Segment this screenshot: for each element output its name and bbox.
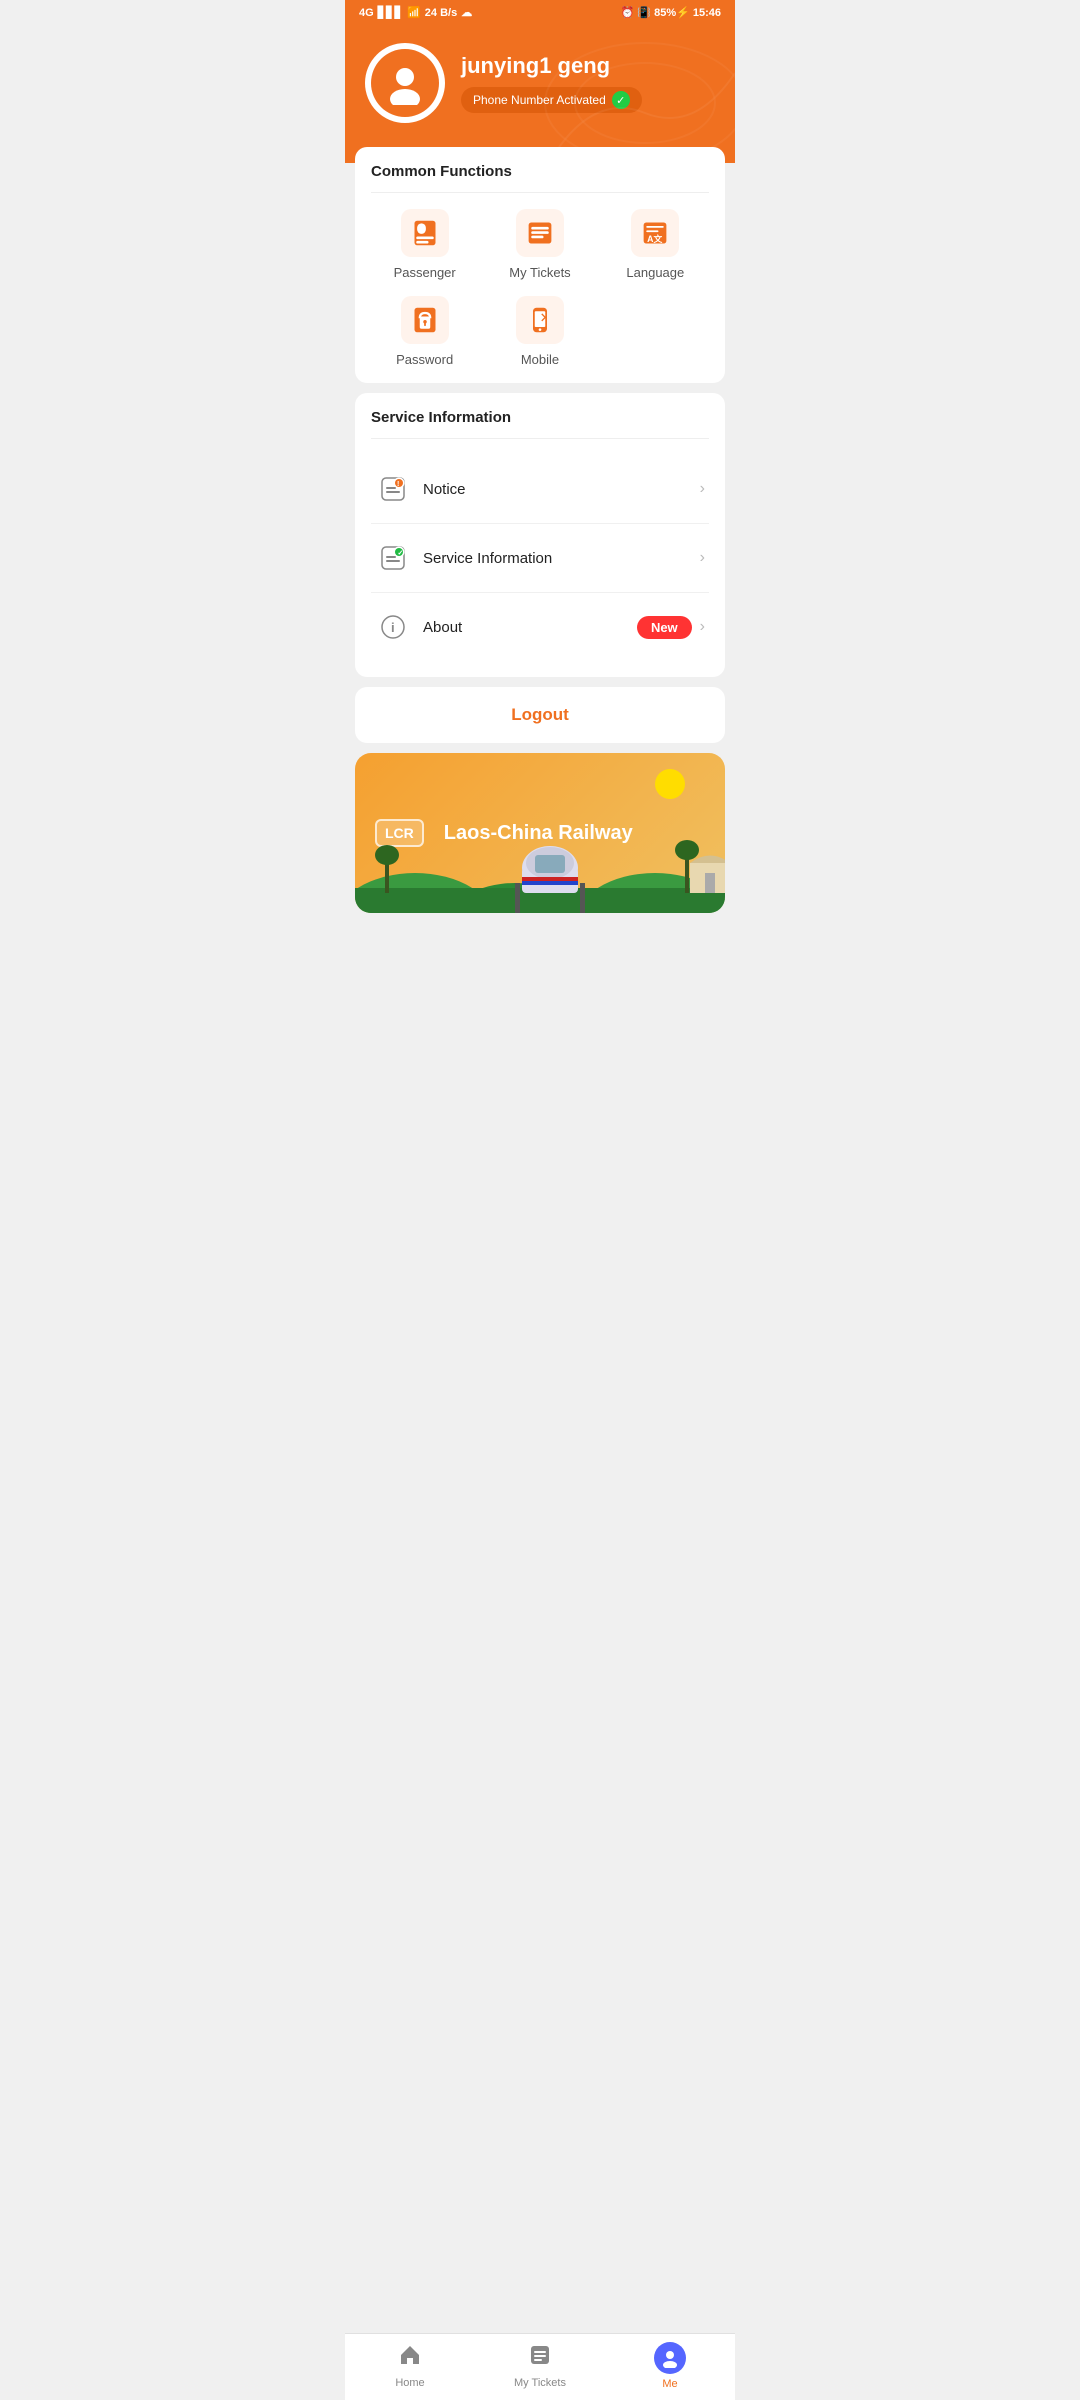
serviceinfo-chevron: › (700, 549, 705, 567)
common-functions-card: Common Functions Passenger (355, 147, 725, 383)
service-list: ! Notice › ✓ Service Informatio (371, 455, 709, 661)
status-bar: 4G ▋▋▋ 📶 24 B/s ☁ ⏰ 📳 85%⚡ 15:46 (345, 0, 735, 23)
profile-header: junying1 geng Phone Number Activated ✓ (345, 23, 735, 163)
common-functions-title: Common Functions (371, 163, 709, 193)
network-icon: 4G (359, 7, 374, 19)
service-item-serviceinfo[interactable]: ✓ Service Information › (371, 524, 709, 593)
about-chevron: › (700, 618, 705, 636)
logout-button[interactable]: Logout (355, 687, 725, 743)
password-label: Password (396, 352, 453, 367)
mytickets-label: My Tickets (509, 265, 570, 280)
avatar-inner (371, 49, 439, 117)
clock: 15:46 (693, 7, 721, 19)
language-label: Language (626, 265, 684, 280)
function-item-mobile[interactable]: Mobile (486, 296, 593, 367)
svg-text:A文: A文 (647, 233, 662, 244)
mytickets-icon (516, 209, 564, 257)
data-speed: 24 B/s (425, 7, 457, 19)
status-right: ⏰ 📳 85%⚡ 15:46 (621, 6, 721, 19)
function-item-passenger[interactable]: Passenger (371, 209, 478, 280)
svg-text:!: ! (397, 481, 399, 488)
me-nav-label: Me (662, 2378, 677, 2390)
avatar (365, 43, 445, 123)
password-icon (401, 296, 449, 344)
language-icon: A文 (631, 209, 679, 257)
service-item-notice[interactable]: ! Notice › (371, 455, 709, 524)
functions-grid: Passenger My Tickets A文 (371, 209, 709, 367)
person-icon (383, 61, 427, 105)
alarm-icon: ⏰ (621, 6, 635, 19)
home-icon (398, 2343, 422, 2373)
bottom-nav: Home My Tickets Me (345, 2333, 735, 2400)
banner-scene (355, 833, 725, 913)
mytickets-nav-icon (528, 2343, 552, 2373)
nav-item-mytickets[interactable]: My Tickets (475, 2343, 605, 2389)
service-information-card: Service Information ! Notice › (355, 393, 725, 677)
function-item-password[interactable]: Password (371, 296, 478, 367)
mobile-icon (516, 296, 564, 344)
home-nav-label: Home (395, 2377, 424, 2389)
notice-icon: ! (375, 471, 411, 507)
wifi-icon: 📶 (407, 6, 421, 19)
passenger-label: Passenger (394, 265, 456, 280)
service-information-title: Service Information (371, 409, 709, 439)
svg-text:i: i (391, 620, 395, 635)
battery-level: 85%⚡ (654, 6, 690, 19)
new-badge: New (637, 616, 692, 639)
lcr-banner[interactable]: LCR Laos-China Railway (355, 753, 725, 913)
status-left: 4G ▋▋▋ 📶 24 B/s ☁ (359, 6, 472, 19)
me-avatar (654, 2342, 686, 2374)
about-icon: i (375, 609, 411, 645)
about-label: About (423, 619, 637, 636)
signal-bars: ▋▋▋ (378, 6, 403, 19)
serviceinfo-icon: ✓ (375, 540, 411, 576)
mobile-label: Mobile (521, 352, 559, 367)
header-decoration (535, 23, 735, 163)
function-item-language[interactable]: A文 Language (602, 209, 709, 280)
cloud-icon: ☁ (461, 6, 472, 19)
svg-text:✓: ✓ (398, 550, 404, 557)
function-item-mytickets[interactable]: My Tickets (486, 209, 593, 280)
notice-chevron: › (700, 480, 705, 498)
logout-card: Logout (355, 687, 725, 743)
vibrate-icon: 📳 (637, 6, 651, 19)
mytickets-nav-label: My Tickets (514, 2377, 566, 2389)
nav-item-me[interactable]: Me (605, 2342, 735, 2390)
service-item-about[interactable]: i About New › (371, 593, 709, 661)
nav-item-home[interactable]: Home (345, 2343, 475, 2389)
passenger-icon (401, 209, 449, 257)
notice-label: Notice (423, 481, 700, 498)
serviceinfo-label: Service Information (423, 550, 700, 567)
